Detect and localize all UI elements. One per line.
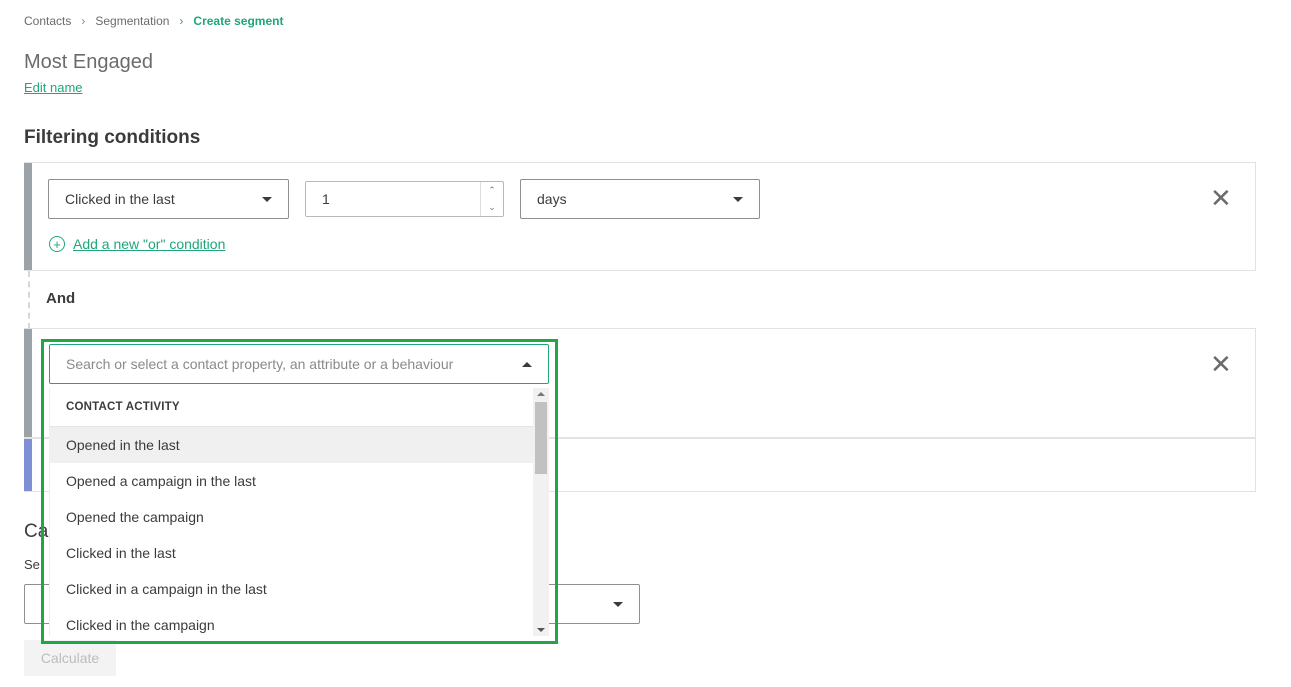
connector-line [28, 271, 30, 329]
edit-name-link[interactable]: Edit name [24, 80, 83, 95]
breadcrumb-current: Create segment [193, 14, 284, 28]
filtering-conditions-title: Filtering conditions [24, 127, 201, 148]
add-or-condition-button[interactable]: + Add a new "or" condition [49, 236, 225, 252]
remove-condition-icon[interactable]: ✕ [1210, 185, 1232, 211]
breadcrumb: Contacts › Segmentation › Create segment [24, 14, 283, 28]
condition-value: 1 [322, 191, 330, 207]
calculate-button[interactable]: Calculate [24, 640, 116, 676]
and-joiner: And [46, 290, 76, 307]
breadcrumb-segmentation[interactable]: Segmentation [95, 14, 169, 28]
segment-name: Most Engaged [24, 51, 153, 73]
chevron-right-icon: › [81, 14, 86, 28]
chevron-up-icon[interactable]: ⌃ [488, 185, 496, 196]
chevron-down-icon[interactable]: ⌄ [488, 202, 496, 213]
number-stepper[interactable]: ⌃ ⌄ [480, 182, 503, 216]
condition-card: Clicked in the last 1 ⌃ ⌄ days ✕ + Add a… [24, 162, 1256, 271]
caret-down-icon [613, 601, 623, 607]
condition-unit-select[interactable]: days [520, 179, 760, 219]
condition-type-select[interactable]: Clicked in the last [48, 179, 289, 219]
breadcrumb-contacts[interactable]: Contacts [24, 14, 71, 28]
segment-label-partial: Se [24, 557, 40, 572]
highlight-box [41, 339, 558, 644]
condition-bar [24, 329, 32, 437]
add-or-condition-label: Add a new "or" condition [73, 236, 226, 252]
caret-down-icon [262, 196, 272, 202]
plus-circle-icon: + [49, 236, 65, 252]
condition-value-input[interactable]: 1 ⌃ ⌄ [305, 181, 504, 217]
condition-bar [24, 163, 32, 270]
condition-type-value: Clicked in the last [65, 191, 175, 207]
chevron-right-icon: › [179, 14, 184, 28]
condition-bar-blue [24, 439, 32, 491]
caret-down-icon [733, 196, 743, 202]
condition-unit-value: days [537, 191, 567, 207]
remove-condition-icon[interactable]: ✕ [1210, 351, 1232, 377]
